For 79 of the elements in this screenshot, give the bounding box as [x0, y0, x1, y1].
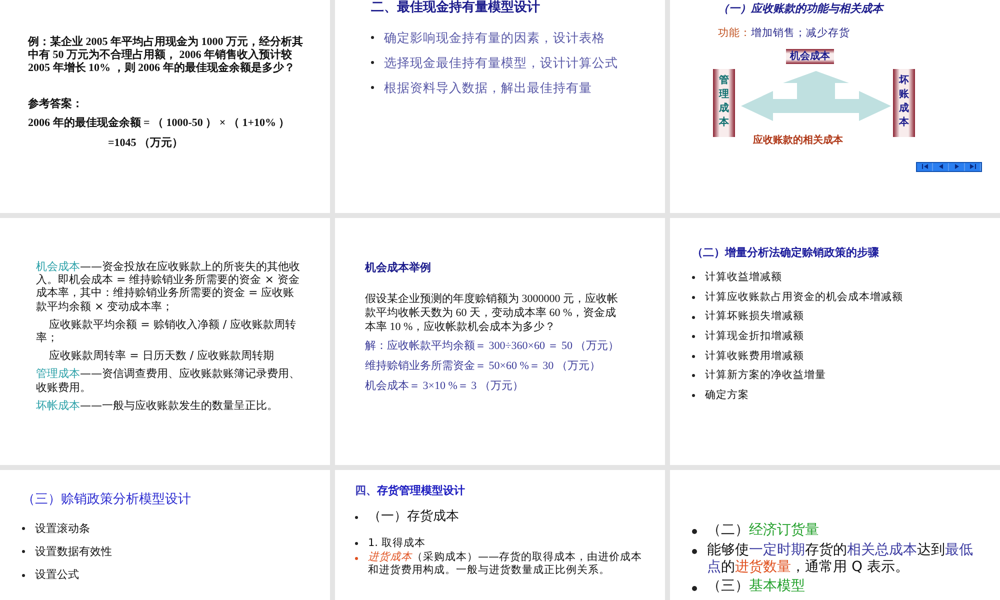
- bullet-text: 设置数据有效性: [35, 544, 112, 558]
- slide-title: （三）赊销政策分析模型设计: [22, 492, 192, 508]
- bullet-icon: [692, 549, 697, 554]
- bullet-text: 根据资料导入数据，解出最佳持有量: [384, 80, 592, 95]
- slide-thumbnail[interactable]: （三）赊销政策分析模型设计 设置滚动条 设置数据有效性 设置公式: [0, 470, 330, 600]
- triangle-left-icon: [936, 163, 944, 170]
- slide-title: 机会成本举例: [365, 262, 432, 276]
- slide-text: 管理成本——资信调查费用、应收账款账簿记录费用、收账费用。: [36, 367, 300, 394]
- slide-thumbnail[interactable]: （二）经济订货量 能够使一定时期存货的相关总成本达到最低点的进货数量，通常用 Q 表示。 （三）基本模型: [670, 470, 1000, 600]
- slide-text: 应收账款平均余额 = 赊销收入净额 / 应收账款周转率；: [36, 318, 298, 344]
- bullet-icon: [371, 86, 374, 90]
- slide-thumbnail[interactable]: 机会成本——资金投放在应收账款上的所丧失的其他收入。即机会成本 = 维持赊销业务所需要的资金 × 资金成本率，其中：维持赊销业务所需要的资金 = 应收账款平均余额 × 变动成本率； 应收账款平均余额 = 赊销收入净额 / 应收账款周转率； 应收账款周转率 = 日历天数 / 应收账款周转期 管理成本——资信调查费用、应收账款账簿记录费用、收账费用。 坏帐成本——一般与应收账款发生的数量呈正比。: [0, 218, 330, 465]
- slide-text: 假设某企业预测的年度赊销额为 3000000 元，应收帐款平均收帐天数为 60 天，变动成本率 60 %，资金成本率 10 %，应收帐款机会成本为多少？: [365, 293, 619, 334]
- bullet-icon: [692, 394, 695, 398]
- slide-text: 例：某企业 2005 年平均占用现金为 1000 万元，经分析其中有 50 万元为不合理占用额， 2006 年销售收入预计较 2005 年增长 10% ，则 2006 年的最佳现金余额是多少？: [28, 36, 304, 76]
- slide-thumbnail[interactable]: 例：某企业 2005 年平均占用现金为 1000 万元，经分析其中有 50 万元为不合理占用额， 2006 年销售收入预计较 2005 年增长 10% ，则 2006 年的最佳现金余额是多少？ 参考答案： 2006 年的最佳现金余额 = （ 1000-50 ） × （ 1+10% ） =1045 （万元）: [0, 0, 330, 213]
- slide-text: 坏帐成本——一般与应收账款发生的数量呈正比。: [36, 398, 279, 412]
- bullet-icon: [692, 276, 695, 280]
- bullet-icon: [692, 354, 695, 358]
- slide-text: 应收账款周转率 = 日历天数 / 应收账款周转期: [48, 349, 276, 362]
- bullet-text: 计算收账费用增减额: [705, 350, 804, 362]
- bullet-text: 计算收益增减额: [705, 271, 782, 284]
- bullet-icon: [371, 61, 374, 64]
- slide-title: 二、最佳现金持有量模型设计: [371, 0, 541, 16]
- bullet-icon: [22, 574, 25, 577]
- bullet-icon: [692, 586, 697, 591]
- slide-text: 机会成本——资金投放在应收账款上的所丧失的其他收入。即机会成本 = 维持赊销业务所需要的资金 × 资金成本率，其中：维持赊销业务所需要的资金 = 应收账款平均余额 × 变动成本率；: [36, 260, 300, 313]
- bullet-text: （一）存货成本: [368, 509, 459, 525]
- slide-text: 2006 年的最佳现金余额 = （ 1000-50 ） × （ 1+10% ）: [28, 117, 291, 132]
- slide-title: （二）增量分析法确定赊销政策的步骤: [692, 246, 880, 260]
- slide-text: 解：应收帐款平均余额＝ 300÷360×60 ＝ 50 （万元）: [365, 340, 620, 354]
- slide-text: 机会成本＝ 3×10 %＝ 3 （万元）: [365, 380, 524, 394]
- cost-label: 机会成本: [786, 48, 834, 64]
- bullet-text: （二）经济订货量: [707, 522, 819, 539]
- bullet-icon: [22, 527, 25, 530]
- bullet-text: 计算现金折扣增减额: [705, 330, 804, 343]
- bullet-text: 设置公式: [35, 568, 79, 582]
- previous-slide-button[interactable]: [933, 162, 949, 171]
- bullet-text: 确定影响现金持有量的因素，设计表格: [384, 30, 605, 45]
- next-slide-button[interactable]: [949, 162, 965, 171]
- slide-text: 参考答案：: [28, 98, 84, 112]
- first-slide-button[interactable]: [917, 162, 933, 171]
- bullet-text: （三）基本模型: [707, 578, 805, 596]
- skip-forward-icon: [968, 163, 976, 170]
- slide-thumbnail[interactable]: 二、最佳现金持有量模型设计 确定影响现金持有量的因素，设计表格 选择现金最佳持有量模型，设计计算公式 根据资料导入数据，解出最佳持有量: [335, 0, 665, 213]
- last-slide-button[interactable]: [965, 162, 981, 171]
- bullet-text: 计算坏账损失增减额: [705, 310, 804, 323]
- slide-thumbnail[interactable]: 机会成本举例 假设某企业预测的年度赊销额为 3000000 元，应收帐款平均收帐天数为 60 天，变动成本率 60 %，资金成本率 10 %，应收帐款机会成本为多少？ 解：应收帐款平均余额＝ 300÷360×60 ＝ 50 （万元） 维持赊销业务所需资金＝ 50×60 %＝ 30 （万元） 机会成本＝ 3×10 %＝ 3 （万元）: [335, 218, 665, 465]
- bullet-icon: [355, 516, 358, 519]
- slide-thumbnail[interactable]: 四、存货管理模型设计 （一）存货成本 1. 取得成本 进货成本（采购成本）——存货的取得成本，由进价成本和进货费用构成。一般与进货数量成正比例关系。: [335, 470, 665, 600]
- bullet-text: 进货成本（采购成本）——存货的取得成本，由进价成本和进货费用构成。一般与进货数量成正比例关系。: [368, 551, 643, 577]
- slide-text: 维持赊销业务所需资金＝ 50×60 %＝ 30 （万元）: [365, 360, 602, 374]
- bullet-icon: [355, 542, 358, 546]
- slide-text: 功能：增加销售；减少存货: [718, 27, 851, 40]
- bullet-text: 选择现金最佳持有量模型，设计计算公式: [384, 54, 618, 70]
- bullet-text: 计算新方案的净收益增量: [705, 369, 826, 382]
- bullet-icon: [355, 556, 358, 560]
- bullet-icon: [22, 550, 25, 554]
- slide-title: 四、存货管理模型设计: [355, 484, 466, 498]
- diagram-caption: 应收账款的相关成本: [753, 133, 843, 147]
- bullet-text: 计算应收账款占用资金的机会成本增减额: [705, 290, 903, 304]
- bullet-text: 设置滚动条: [35, 522, 90, 535]
- bullet-icon: [692, 296, 695, 300]
- bullet-text: 确定方案: [705, 388, 749, 402]
- bullet-text: 1. 取得成本: [368, 536, 426, 550]
- bullet-icon: [692, 335, 695, 338]
- slide-thumbnail[interactable]: （二）增量分析法确定赊销政策的步骤 计算收益增减额 计算应收账款占用资金的机会成本增减额 计算坏账损失增减额 计算现金折扣增减额 计算收账费用增减额 计算新方案的净收益增量 确定方案: [670, 218, 1000, 465]
- triangle-right-icon: [952, 163, 960, 170]
- slide-title: （一）应收账款的功能与相关成本: [718, 2, 886, 16]
- bullet-icon: [692, 529, 697, 534]
- skip-back-icon: [920, 163, 928, 170]
- slide-text: =1045 （万元）: [108, 137, 184, 151]
- bullet-text: 能够使一定时期存货的相关总成本达到最低点的进货数量，通常用 Q 表示。: [707, 542, 974, 576]
- bullet-icon: [371, 36, 374, 40]
- bullet-icon: [692, 374, 695, 378]
- cost-label: 坏账成本: [893, 68, 915, 137]
- cost-label: 管理成本: [713, 68, 735, 137]
- bullet-icon: [692, 316, 695, 319]
- slide-thumbnail[interactable]: （一）应收账款的功能与相关成本 功能：增加销售；减少存货 机会成本 管理成本 坏账成本 应收账款的相关成本: [670, 0, 1000, 213]
